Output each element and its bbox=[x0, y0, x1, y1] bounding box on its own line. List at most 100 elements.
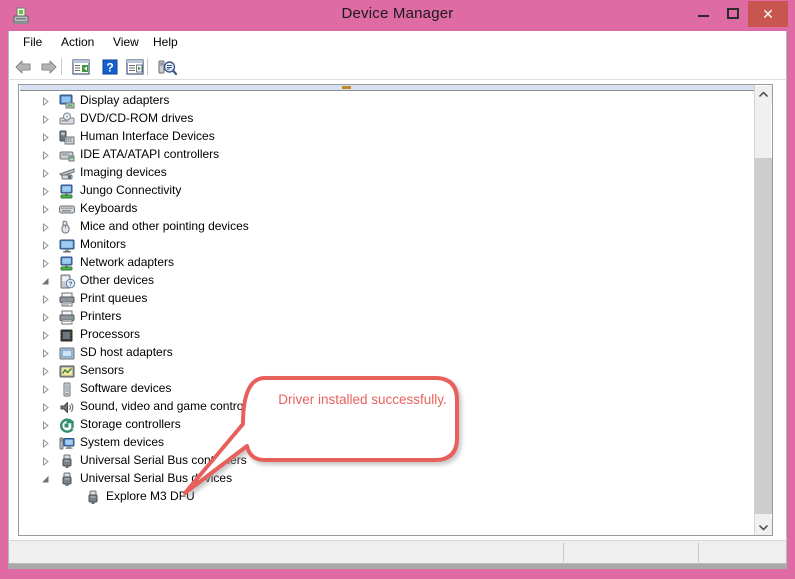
tree-item[interactable]: Software devices bbox=[19, 380, 755, 398]
hid-icon bbox=[59, 130, 75, 145]
tree-item[interactable]: Universal Serial Bus controllers bbox=[19, 452, 755, 470]
tree-item[interactable]: Imaging devices bbox=[19, 164, 755, 182]
expand-triangle-down-icon[interactable] bbox=[41, 277, 50, 286]
tree-item-label: Explore M3 DFU bbox=[106, 489, 195, 503]
menu-item-view[interactable]: View bbox=[109, 34, 143, 50]
expand-triangle-right-icon[interactable] bbox=[41, 205, 50, 214]
monitor-icon bbox=[59, 238, 75, 253]
sensor-icon bbox=[59, 364, 75, 379]
tree-item[interactable]: Explore M3 DFU bbox=[19, 488, 755, 506]
tree-item[interactable]: SD host adapters bbox=[19, 344, 755, 362]
expand-triangle-right-icon[interactable] bbox=[41, 169, 50, 178]
ide-controller-icon bbox=[59, 148, 75, 163]
expand-triangle-right-icon[interactable] bbox=[41, 403, 50, 412]
tree-item-label: Universal Serial Bus devices bbox=[80, 471, 233, 485]
expand-triangle-right-icon[interactable] bbox=[41, 349, 50, 358]
expand-triangle-right-icon[interactable] bbox=[41, 439, 50, 448]
processor-icon bbox=[59, 328, 75, 343]
scan-hardware-button[interactable] bbox=[156, 57, 178, 77]
tree-item[interactable]: Processors bbox=[19, 326, 755, 344]
show-hide-console-tree-button[interactable] bbox=[70, 57, 92, 77]
toolbar-separator bbox=[147, 58, 148, 75]
vertical-scrollbar[interactable] bbox=[754, 86, 772, 535]
expand-triangle-right-icon[interactable] bbox=[41, 295, 50, 304]
status-bar bbox=[8, 540, 787, 564]
expand-triangle-right-icon[interactable] bbox=[41, 367, 50, 376]
tree-item[interactable]: Print queues bbox=[19, 290, 755, 308]
help-button[interactable]: ? bbox=[99, 57, 121, 77]
scroll-down-button[interactable] bbox=[755, 519, 772, 535]
scan-hardware-icon bbox=[158, 60, 178, 76]
expand-triangle-right-icon[interactable] bbox=[41, 241, 50, 250]
device-tree-pane[interactable]: Display adapters DVD/CD-ROM drives Human I… bbox=[18, 84, 773, 536]
content-area: Display adapters DVD/CD-ROM drives Human I… bbox=[8, 80, 787, 540]
expand-triangle-down-icon[interactable] bbox=[41, 475, 50, 484]
software-device-icon bbox=[59, 382, 75, 397]
tree-item[interactable]: Mice and other pointing devices bbox=[19, 218, 755, 236]
tree-item[interactable]: Storage controllers bbox=[19, 416, 755, 434]
tree-item[interactable]: Sensors bbox=[19, 362, 755, 380]
network-adapter-icon bbox=[59, 256, 75, 271]
expand-triangle-right-icon[interactable] bbox=[41, 133, 50, 142]
menu-item-help[interactable]: Help bbox=[149, 34, 182, 50]
chevron-down-icon bbox=[759, 525, 768, 531]
menu-item-file[interactable]: File bbox=[19, 34, 46, 50]
expand-triangle-right-icon[interactable] bbox=[41, 187, 50, 196]
tree-item-label: SD host adapters bbox=[80, 345, 173, 359]
tree-item[interactable]: IDE ATA/ATAPI controllers bbox=[19, 146, 755, 164]
tree-item-label: Software devices bbox=[80, 381, 172, 395]
expand-triangle-right-icon[interactable] bbox=[41, 115, 50, 124]
properties-button[interactable] bbox=[124, 57, 146, 77]
tree-item-label: Sensors bbox=[80, 363, 125, 377]
scroll-up-button[interactable] bbox=[755, 86, 772, 103]
tree-item-label: Human Interface Devices bbox=[80, 129, 215, 143]
tree-item[interactable]: Network adapters bbox=[19, 254, 755, 272]
expand-triangle-right-icon[interactable] bbox=[41, 223, 50, 232]
minimize-button[interactable] bbox=[688, 2, 718, 24]
tree-item[interactable]: Sound, video and game controllers bbox=[19, 398, 755, 416]
tree-item-label: DVD/CD-ROM drives bbox=[80, 111, 194, 125]
expand-triangle-right-icon[interactable] bbox=[41, 457, 50, 466]
menu-item-action[interactable]: Action bbox=[57, 34, 98, 50]
maximize-button[interactable] bbox=[718, 2, 748, 24]
scrollbar-thumb[interactable] bbox=[755, 158, 772, 514]
tree-item-label: System devices bbox=[80, 435, 165, 449]
tree-item[interactable]: Display adapters bbox=[19, 92, 755, 110]
expand-triangle-right-icon[interactable] bbox=[41, 331, 50, 340]
help-question-icon: ? bbox=[102, 59, 118, 75]
tree-item-label: Monitors bbox=[80, 237, 127, 251]
expand-triangle-right-icon[interactable] bbox=[41, 385, 50, 394]
back-arrow-icon bbox=[15, 60, 31, 74]
menu-bar: File Action View Help bbox=[8, 31, 787, 53]
tree-item-label: Processors bbox=[80, 327, 141, 341]
expand-triangle-right-icon[interactable] bbox=[41, 97, 50, 106]
partial-row-marker bbox=[342, 86, 351, 89]
forward-arrow-icon bbox=[41, 60, 57, 74]
tree-item[interactable]: Universal Serial Bus devices bbox=[19, 470, 755, 488]
tree-item[interactable]: System devices bbox=[19, 434, 755, 452]
title-bar: Device Manager ✕ bbox=[0, 0, 795, 31]
tree-item[interactable]: DVD/CD-ROM drives bbox=[19, 110, 755, 128]
sound-device-icon bbox=[59, 400, 75, 415]
tree-item[interactable]: Keyboards bbox=[19, 200, 755, 218]
tree-item[interactable]: Jungo Connectivity bbox=[19, 182, 755, 200]
svg-text:?: ? bbox=[69, 281, 73, 288]
tree-item-label: Printers bbox=[80, 309, 122, 323]
expand-triangle-right-icon[interactable] bbox=[41, 259, 50, 268]
tree-item[interactable]: ? Other devices bbox=[19, 272, 755, 290]
toolbar-separator bbox=[61, 58, 62, 75]
window-bottom-shadow bbox=[8, 564, 787, 569]
tree-item[interactable]: Monitors bbox=[19, 236, 755, 254]
expand-triangle-right-icon[interactable] bbox=[41, 421, 50, 430]
other-device-icon: ? bbox=[59, 274, 76, 289]
expand-triangle-right-icon[interactable] bbox=[41, 313, 50, 322]
forward-button[interactable] bbox=[37, 57, 59, 77]
tree-item[interactable]: Printers bbox=[19, 308, 755, 326]
back-button[interactable] bbox=[13, 57, 35, 77]
close-button[interactable]: ✕ bbox=[748, 1, 788, 27]
tree-item[interactable]: Human Interface Devices bbox=[19, 128, 755, 146]
chevron-up-icon bbox=[759, 91, 768, 97]
partial-scrolled-row bbox=[20, 85, 755, 91]
expand-triangle-right-icon[interactable] bbox=[41, 151, 50, 160]
minimize-icon bbox=[698, 15, 709, 17]
